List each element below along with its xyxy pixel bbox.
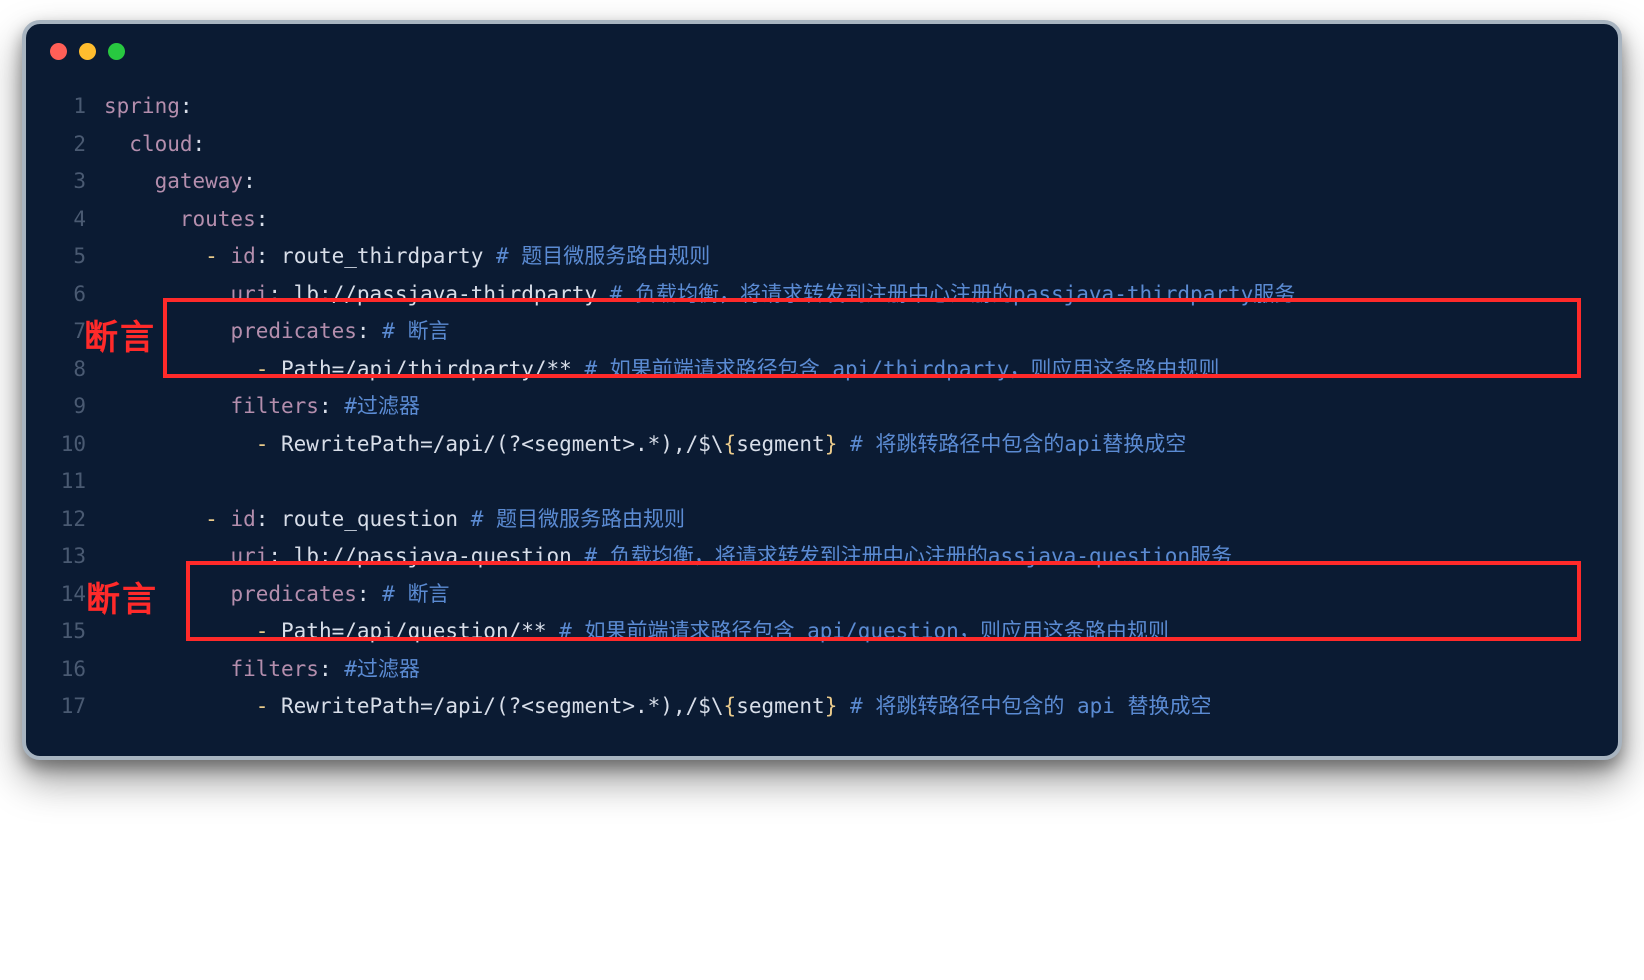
minimize-icon[interactable] bbox=[79, 43, 96, 60]
code-line: 5 - id: route_thirdparty # 题目微服务路由规则 bbox=[56, 238, 1588, 276]
code-line: 17 - RewritePath=/api/(?<segment>.*),/$\… bbox=[56, 688, 1588, 726]
line-number: 17 bbox=[56, 688, 104, 726]
line-number: 10 bbox=[56, 426, 104, 464]
line-number: 16 bbox=[56, 651, 104, 689]
code-area: 断言 断言 1 spring: 2 cloud: 3 gateway: 4 ro… bbox=[26, 78, 1618, 756]
code-line: 3 gateway: bbox=[56, 163, 1588, 201]
line-number: 2 bbox=[56, 126, 104, 164]
code-line: 16 filters: #过滤器 bbox=[56, 651, 1588, 689]
titlebar bbox=[26, 24, 1618, 78]
line-number: 3 bbox=[56, 163, 104, 201]
annotation-label-1: 断言 bbox=[84, 310, 156, 359]
line-number: 1 bbox=[56, 88, 104, 126]
code-line: 13 uri: lb://passjava-question # 负载均衡，将请… bbox=[56, 538, 1588, 576]
code-line: 6 uri: lb://passjava-thirdparty # 负载均衡，将… bbox=[56, 276, 1588, 314]
code-line: 14 predicates: # 断言 bbox=[56, 576, 1588, 614]
line-number: 5 bbox=[56, 238, 104, 276]
code-line: 9 filters: #过滤器 bbox=[56, 388, 1588, 426]
editor-window: 断言 断言 1 spring: 2 cloud: 3 gateway: 4 ro… bbox=[22, 20, 1622, 760]
line-number: 13 bbox=[56, 538, 104, 576]
code-line: 2 cloud: bbox=[56, 126, 1588, 164]
code-line: 11 bbox=[56, 463, 1588, 501]
code-line: 4 routes: bbox=[56, 201, 1588, 239]
code-line: 15 - Path=/api/question/** # 如果前端请求路径包含 … bbox=[56, 613, 1588, 651]
code-line: 1 spring: bbox=[56, 88, 1588, 126]
close-icon[interactable] bbox=[50, 43, 67, 60]
line-number: 12 bbox=[56, 501, 104, 539]
code-line: 12 - id: route_question # 题目微服务路由规则 bbox=[56, 501, 1588, 539]
code-line: 7 predicates: # 断言 bbox=[56, 313, 1588, 351]
line-number: 4 bbox=[56, 201, 104, 239]
line-number: 6 bbox=[56, 276, 104, 314]
line-number: 11 bbox=[56, 463, 104, 501]
zoom-icon[interactable] bbox=[108, 43, 125, 60]
code-line: 10 - RewritePath=/api/(?<segment>.*),/$\… bbox=[56, 426, 1588, 464]
code-line: 8 - Path=/api/thirdparty/** # 如果前端请求路径包含… bbox=[56, 351, 1588, 389]
line-number: 9 bbox=[56, 388, 104, 426]
annotation-label-2: 断言 bbox=[86, 572, 158, 621]
